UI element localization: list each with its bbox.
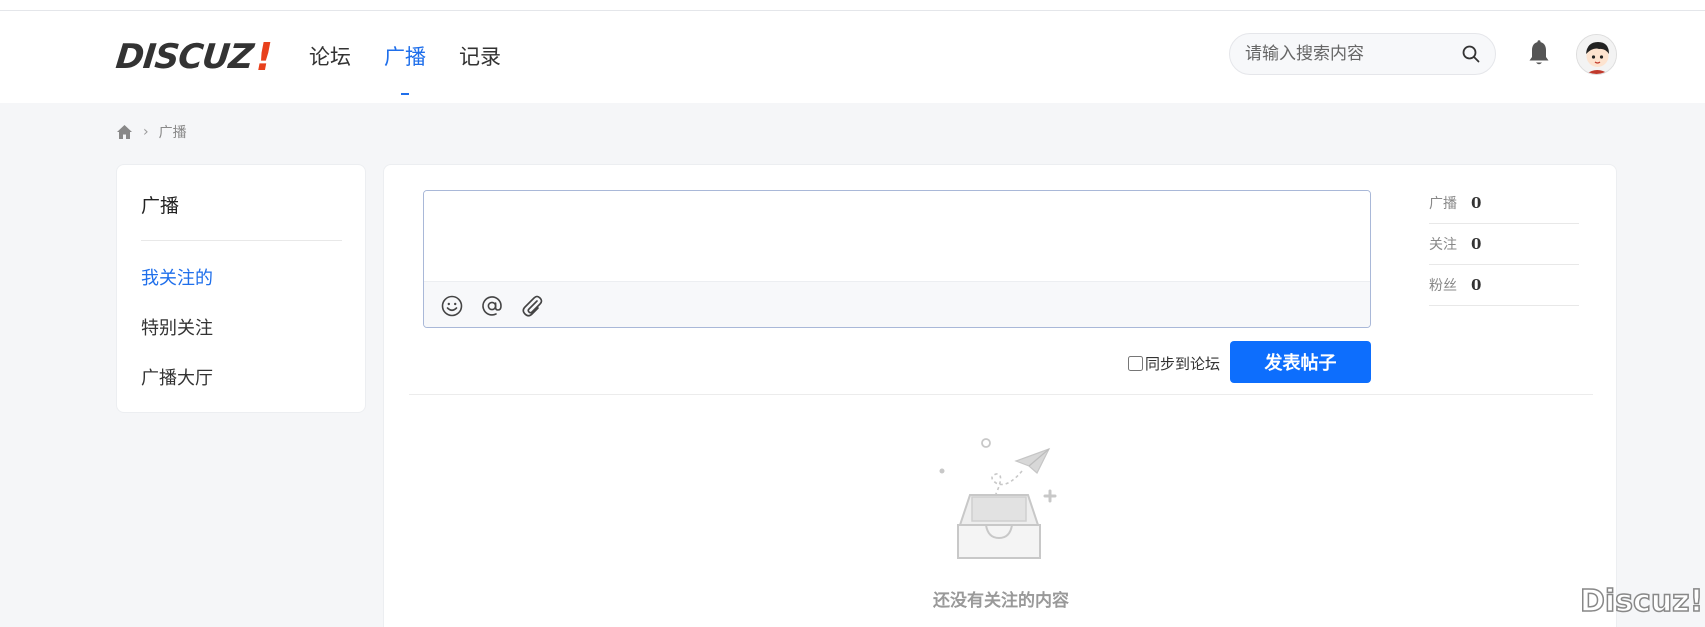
discuz-logo[interactable]: DISCUZ! [113, 35, 273, 79]
nav-forum[interactable]: 论坛 [309, 41, 351, 71]
sidebar-item-broadcast-hall[interactable]: 广播大厅 [141, 364, 213, 390]
sidebar: 广播 我关注的 特别关注 广播大厅 [116, 164, 366, 413]
top-strip [0, 0, 1705, 11]
sidebar-item-following[interactable]: 我关注的 [141, 264, 213, 290]
stat-value: 0 [1471, 194, 1482, 212]
empty-inbox-icon [939, 438, 1057, 559]
nav-records[interactable]: 记录 [459, 41, 501, 71]
main-nav: 论坛 广播 记录 [309, 41, 534, 95]
discuz-watermark: Discuz! [1579, 583, 1704, 620]
nav-broadcast[interactable]: 广播 [384, 41, 426, 95]
breadcrumb: › 广播 [116, 122, 187, 142]
smile-icon[interactable] [440, 294, 464, 318]
stat-followers[interactable]: 粉丝 0 [1429, 265, 1579, 306]
breadcrumb-separator: › [143, 124, 149, 140]
post-button[interactable]: 发表帖子 [1230, 341, 1371, 383]
content-divider [409, 394, 1593, 395]
stat-broadcast[interactable]: 广播 0 [1429, 183, 1579, 224]
composer [423, 190, 1371, 328]
search-box [1229, 33, 1496, 75]
at-icon[interactable] [480, 294, 504, 318]
attachment-icon[interactable] [520, 294, 544, 318]
home-icon[interactable] [116, 124, 133, 140]
stat-label: 粉丝 [1429, 278, 1457, 294]
user-stats: 广播 0 关注 0 粉丝 0 [1429, 183, 1579, 306]
logo-text: DISCUZ [113, 37, 255, 77]
sync-label: 同步到论坛 [1145, 355, 1221, 373]
sidebar-divider [141, 240, 342, 241]
stat-label: 关注 [1429, 237, 1457, 253]
sidebar-item-special-follow[interactable]: 特别关注 [141, 314, 213, 340]
stat-value: 0 [1471, 235, 1482, 253]
logo-mark: ! [255, 35, 273, 79]
breadcrumb-current[interactable]: 广播 [159, 122, 187, 142]
stat-following[interactable]: 关注 0 [1429, 224, 1579, 265]
avatar-face-icon [1577, 35, 1616, 74]
sync-to-forum: 同步到论坛 [1128, 353, 1220, 374]
composer-textarea[interactable] [424, 191, 1370, 281]
stat-label: 广播 [1429, 196, 1457, 212]
search-icon[interactable] [1461, 44, 1481, 64]
composer-toolbar [424, 281, 1370, 327]
site-header: DISCUZ! 论坛 广播 记录 [0, 11, 1705, 103]
sync-checkbox[interactable] [1128, 356, 1143, 371]
bell-icon[interactable] [1527, 40, 1551, 68]
main-panel: 同步到论坛 发表帖子 广播 0 关注 0 粉丝 0 还没有关注的内容 [383, 164, 1617, 627]
user-avatar[interactable] [1576, 34, 1617, 75]
search-input[interactable] [1245, 34, 1455, 74]
empty-state-text: 还没有关注的内容 [933, 591, 1069, 611]
stat-value: 0 [1471, 276, 1482, 294]
sidebar-title: 广播 [141, 195, 180, 217]
